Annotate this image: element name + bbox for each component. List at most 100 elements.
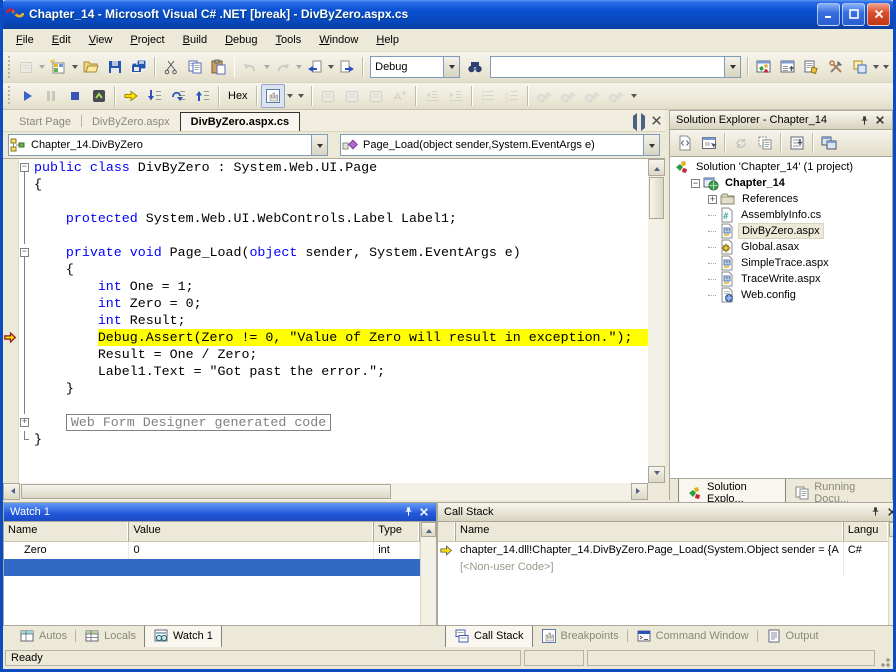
- close-panel-button[interactable]: [872, 112, 888, 128]
- menu-project[interactable]: Project: [121, 31, 173, 49]
- view-code-button[interactable]: [673, 131, 697, 155]
- code-line[interactable]: −public class DivByZero : System.Web.UI.…: [3, 159, 648, 176]
- scroll-right-button[interactable]: [631, 483, 648, 500]
- members-combo[interactable]: Page_Load(object sender,System.EventArgs…: [340, 134, 660, 156]
- step-over-button[interactable]: [167, 84, 191, 108]
- ruler-button[interactable]: [364, 84, 388, 108]
- editor-vertical-scrollbar[interactable]: [648, 158, 665, 482]
- watch-window-tab[interactable]: Autos: [11, 626, 75, 647]
- redo-button[interactable]: [271, 55, 295, 79]
- code-editor[interactable]: −public class DivByZero : System.Web.UI.…: [3, 158, 648, 482]
- collapsed-region-box[interactable]: Web Form Designer generated code: [66, 414, 331, 431]
- watch-window-tab[interactable]: Watch 1: [144, 626, 222, 648]
- debug-window-tab[interactable]: Output: [758, 626, 827, 647]
- column-header[interactable]: Name: [456, 522, 844, 541]
- copy-button[interactable]: [183, 55, 207, 79]
- scrollbar-thumb[interactable]: [649, 177, 664, 219]
- tree-item[interactable]: Solution 'Chapter_14' (1 project): [670, 159, 892, 175]
- add-new-item-button[interactable]: [46, 55, 70, 79]
- stop-debugging-button[interactable]: [63, 84, 87, 108]
- code-line[interactable]: [3, 193, 648, 210]
- navigate-backward-button[interactable]: [303, 55, 327, 79]
- code-line[interactable]: int One = 1;: [3, 278, 648, 295]
- tree-item[interactable]: DivByZero.aspx: [670, 223, 892, 239]
- dropdown-arrow-icon[interactable]: [70, 56, 78, 78]
- copy-project-button[interactable]: [817, 131, 841, 155]
- scroll-down-button[interactable]: [648, 466, 665, 483]
- tree-item[interactable]: SimpleTrace.aspx: [670, 255, 892, 271]
- enable-breakpoint-button[interactable]: [580, 84, 604, 108]
- solution-tree[interactable]: Solution 'Chapter_14' (1 project)−Chapte…: [669, 157, 893, 478]
- scroll-up-button[interactable]: [648, 159, 665, 176]
- watch-grid-header[interactable]: NameValueType: [4, 522, 420, 542]
- tree-item[interactable]: −Chapter_14: [670, 175, 892, 191]
- auto-hide-pin-button[interactable]: [868, 504, 884, 520]
- close-panel-button[interactable]: [416, 504, 432, 520]
- new-breakpoint-button[interactable]: [532, 84, 556, 108]
- bullets-button[interactable]: [476, 84, 500, 108]
- tree-item[interactable]: +References: [670, 191, 892, 207]
- toolbar-overflow-button[interactable]: [295, 85, 308, 107]
- resize-grip[interactable]: [878, 655, 891, 668]
- scroll-left-button[interactable]: [3, 483, 20, 500]
- numbering-button[interactable]: 123: [500, 84, 524, 108]
- debug-window-tab[interactable]: Breakpoints: [533, 626, 627, 647]
- find-in-files-button[interactable]: [463, 55, 487, 79]
- find-combo[interactable]: [490, 56, 741, 78]
- menu-help[interactable]: Help: [367, 31, 408, 49]
- dropdown-arrow-icon[interactable]: [872, 56, 880, 78]
- toolbar-grip[interactable]: [7, 56, 11, 78]
- call-stack-frame[interactable]: [<Non-user Code>]: [438, 559, 888, 576]
- step-into-button[interactable]: [143, 84, 167, 108]
- undo-button[interactable]: [238, 55, 262, 79]
- save-button[interactable]: [103, 55, 127, 79]
- column-header[interactable]: Value: [129, 522, 374, 541]
- code-line[interactable]: −private void Page_Load(object sender, S…: [3, 244, 648, 261]
- scroll-up-button[interactable]: [421, 522, 436, 537]
- clear-breakpoints-button[interactable]: [604, 84, 628, 108]
- decrease-indent-button[interactable]: [420, 84, 444, 108]
- watch-scrollbar[interactable]: [420, 522, 436, 626]
- toggle-breakpoint-button[interactable]: [556, 84, 580, 108]
- code-line[interactable]: + Web Form Designer generated code: [3, 414, 648, 431]
- designer-button[interactable]: [340, 84, 364, 108]
- dropdown-arrow-icon[interactable]: [285, 85, 295, 107]
- show-next-statement-button[interactable]: [119, 84, 143, 108]
- tree-item[interactable]: Global.asax: [670, 239, 892, 255]
- close-button[interactable]: [867, 3, 890, 26]
- code-line[interactable]: {: [3, 261, 648, 278]
- increase-indent-button[interactable]: [444, 84, 468, 108]
- toolbar-grip[interactable]: [7, 86, 12, 106]
- tree-item[interactable]: #AssemblyInfo.cs: [670, 207, 892, 223]
- save-all-button[interactable]: [127, 55, 151, 79]
- menu-edit[interactable]: Edit: [43, 31, 80, 49]
- breakpoints-window-button[interactable]: [261, 84, 285, 108]
- expand-region-button[interactable]: +: [20, 418, 29, 427]
- call-stack-frame[interactable]: chapter_14.dll!Chapter_14.DivByZero.Page…: [438, 542, 888, 559]
- code-line[interactable]: Result = One / Zero;: [3, 346, 648, 363]
- dropdown-arrow-icon[interactable]: [295, 56, 303, 78]
- tree-item[interactable]: Web.config: [670, 287, 892, 303]
- column-header[interactable]: Langu: [844, 522, 888, 541]
- document-tab[interactable]: Start Page: [9, 113, 81, 131]
- scroll-tabs-left-button[interactable]: [630, 116, 637, 128]
- call-stack-grid-header[interactable]: NameLangu: [438, 522, 888, 542]
- menu-tools[interactable]: Tools: [267, 31, 311, 49]
- object-browser-button[interactable]: [800, 55, 824, 79]
- dropdown-arrow-icon[interactable]: [643, 135, 659, 155]
- minimize-button[interactable]: [817, 3, 840, 26]
- column-header[interactable]: Name: [4, 522, 129, 541]
- break-all-button[interactable]: [39, 84, 63, 108]
- toolbar-overflow-button[interactable]: [880, 56, 891, 78]
- font-size-button[interactable]: A: [388, 84, 412, 108]
- navigate-forward-button[interactable]: [335, 55, 359, 79]
- dropdown-arrow-icon[interactable]: [262, 56, 270, 78]
- other-windows-button[interactable]: [848, 55, 872, 79]
- menu-file[interactable]: File: [7, 31, 43, 49]
- scrollbar-thumb[interactable]: [21, 484, 391, 499]
- auto-hide-pin-button[interactable]: [400, 504, 416, 520]
- properties-pages-button[interactable]: [316, 84, 340, 108]
- code-line[interactable]: }: [3, 431, 648, 448]
- dropdown-arrow-icon[interactable]: [443, 57, 459, 77]
- open-file-button[interactable]: [79, 55, 103, 79]
